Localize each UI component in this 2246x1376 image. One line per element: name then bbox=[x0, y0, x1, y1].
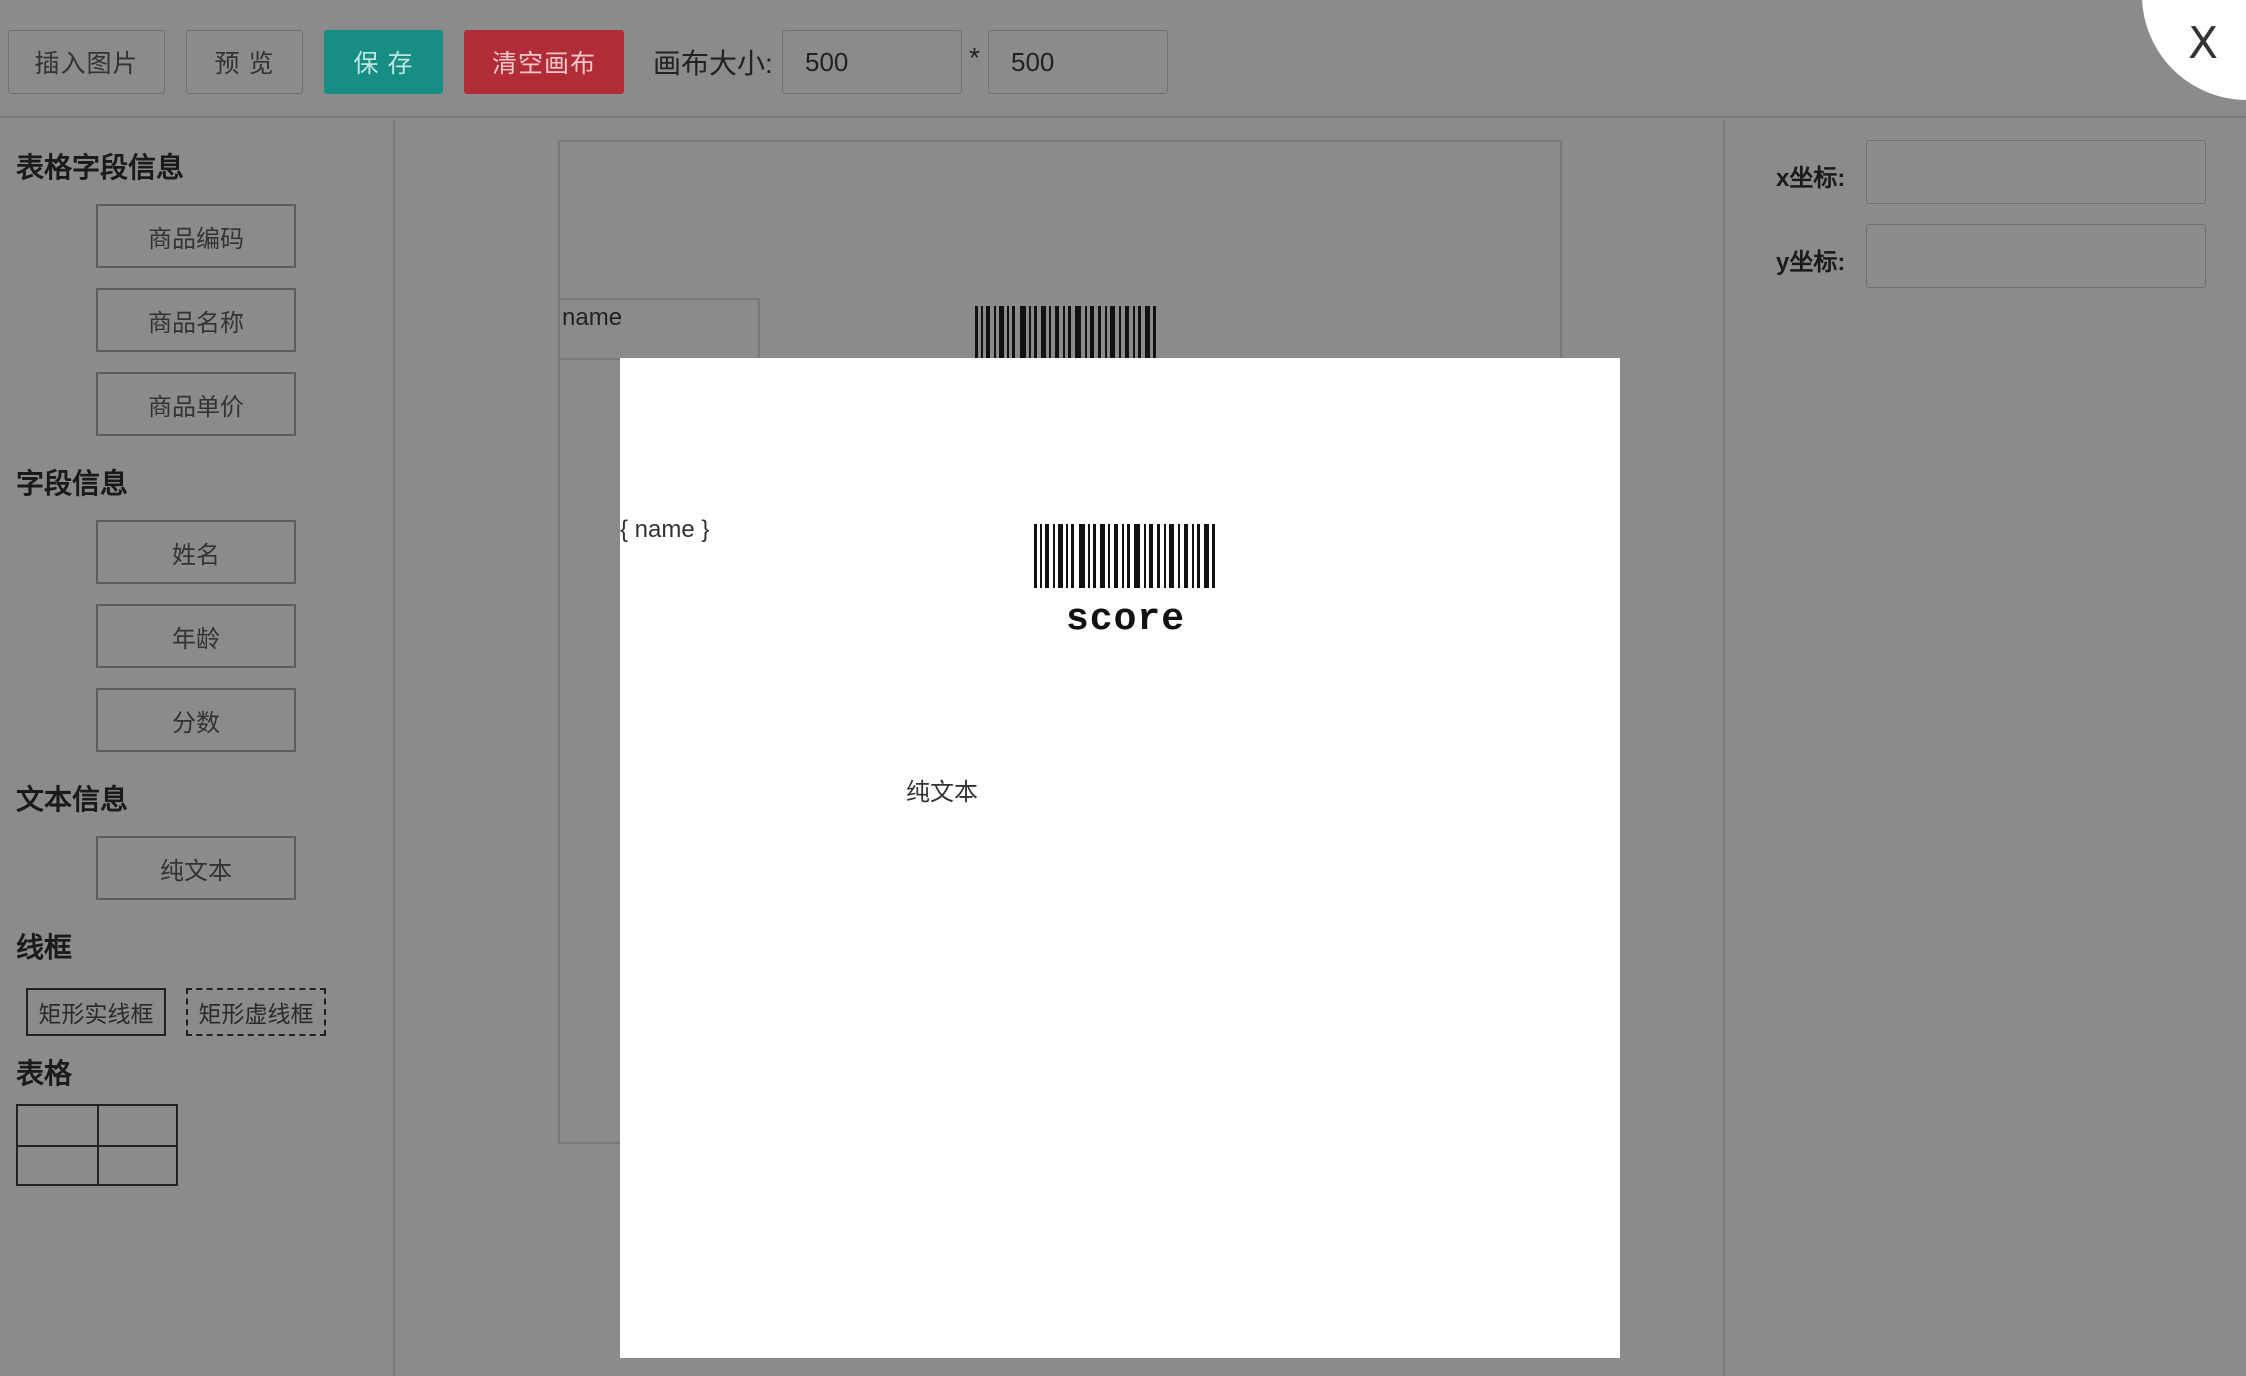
save-button[interactable]: 保 存 bbox=[324, 30, 443, 94]
section-title-table: 表格 bbox=[16, 1058, 73, 1089]
preview-barcode-icon bbox=[1034, 524, 1215, 588]
size-separator: * bbox=[969, 42, 980, 73]
solid-frame-button[interactable]: 矩形实线框 bbox=[26, 988, 166, 1036]
preview-button[interactable]: 预 览 bbox=[186, 30, 303, 94]
table-field-product-code[interactable]: 商品编码 bbox=[96, 204, 296, 268]
text-item-plain[interactable]: 纯文本 bbox=[96, 836, 296, 900]
x-coordinate-input[interactable] bbox=[1866, 140, 2206, 204]
table-icon[interactable] bbox=[16, 1104, 178, 1186]
canvas-barcode-icon[interactable] bbox=[975, 306, 1157, 360]
toolbar: 插入图片 预 览 保 存 清空画布 画布大小: 500 * 500 bbox=[0, 0, 2246, 118]
close-icon[interactable]: X bbox=[2188, 18, 2218, 69]
y-coordinate-label: y坐标: bbox=[1776, 249, 1846, 276]
field-age[interactable]: 年龄 bbox=[96, 604, 296, 668]
section-title-table-fields: 表格字段信息 bbox=[16, 152, 185, 183]
y-coordinate-input[interactable] bbox=[1866, 224, 2206, 288]
properties-panel bbox=[1723, 120, 2246, 1376]
preview-name-placeholder: { name } bbox=[620, 516, 710, 543]
table-field-product-name[interactable]: 商品名称 bbox=[96, 288, 296, 352]
section-title-frame: 线框 bbox=[16, 932, 73, 963]
field-name[interactable]: 姓名 bbox=[96, 520, 296, 584]
x-coordinate-label: x坐标: bbox=[1776, 165, 1846, 192]
canvas-size-label: 画布大小: bbox=[653, 48, 773, 79]
section-title-fields: 字段信息 bbox=[16, 468, 129, 499]
preview-plain-text: 纯文本 bbox=[906, 779, 978, 806]
preview-modal: { name } score 纯文本 bbox=[620, 358, 1620, 1358]
preview-barcode-label: score bbox=[1066, 598, 1186, 641]
canvas-width-input[interactable]: 500 bbox=[782, 30, 962, 94]
table-field-product-price[interactable]: 商品单价 bbox=[96, 372, 296, 436]
insert-image-button[interactable]: 插入图片 bbox=[8, 30, 165, 94]
canvas-height-input[interactable]: 500 bbox=[988, 30, 1168, 94]
section-title-text: 文本信息 bbox=[16, 784, 129, 815]
canvas-name-text: name bbox=[562, 304, 623, 331]
field-score[interactable]: 分数 bbox=[96, 688, 296, 752]
clear-canvas-button[interactable]: 清空画布 bbox=[464, 30, 624, 94]
dashed-frame-button[interactable]: 矩形虚线框 bbox=[186, 988, 326, 1036]
